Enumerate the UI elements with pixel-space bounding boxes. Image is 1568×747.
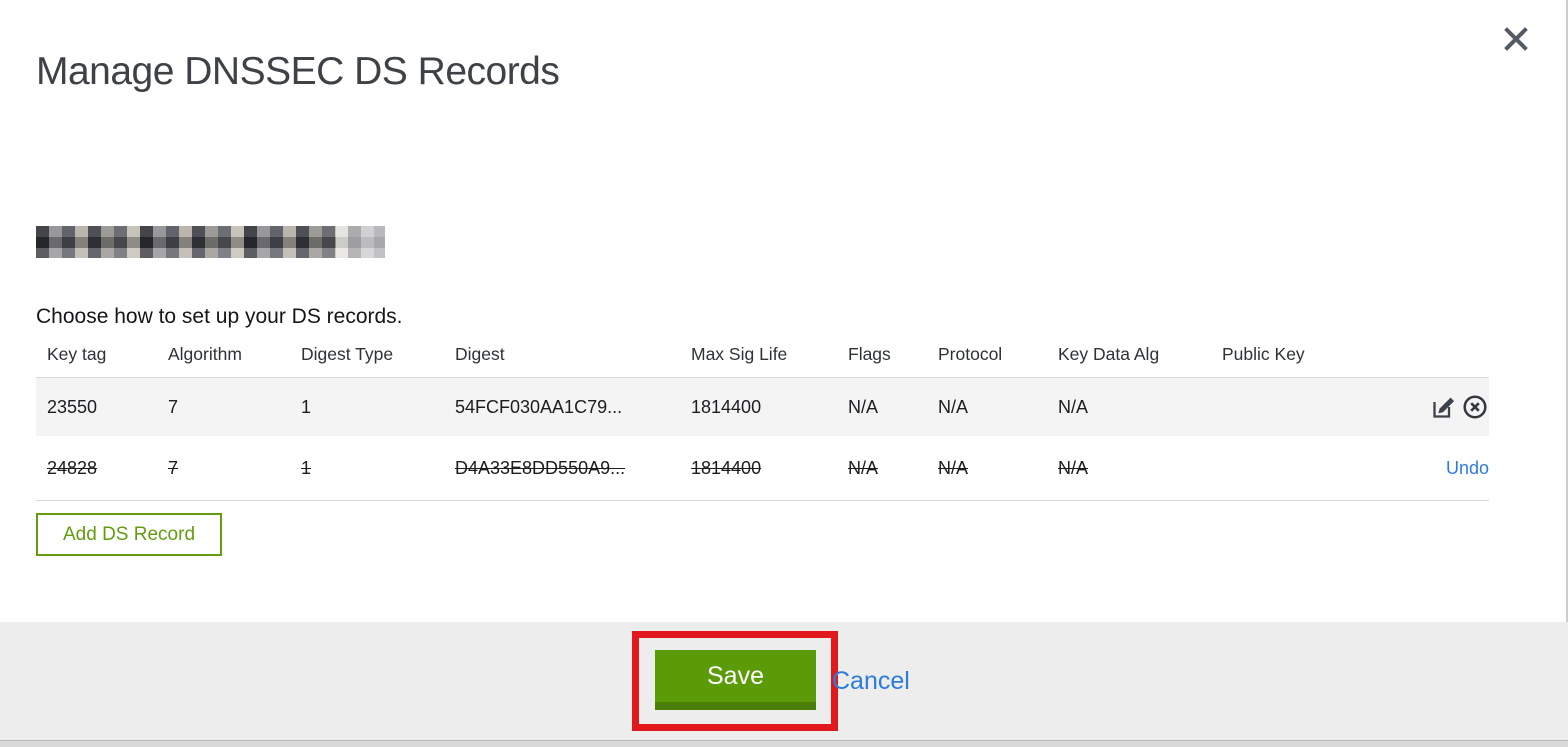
save-button[interactable]: Save: [655, 650, 816, 710]
column-header-digest: Digest: [455, 343, 505, 364]
cell-algorithm: 7: [168, 457, 179, 478]
delete-record-button[interactable]: [1461, 393, 1489, 421]
cell-flags: N/A: [848, 457, 879, 478]
cell-digest: D4A33E8DD550A9...: [455, 457, 626, 478]
column-header-key-tag: Key tag: [47, 343, 107, 364]
row-actions: [1397, 393, 1489, 421]
column-header-digest-type: Digest Type: [301, 343, 394, 364]
add-ds-record-button[interactable]: Add DS Record: [36, 513, 223, 556]
cell-protocol: N/A: [938, 457, 969, 478]
cell-flags: N/A: [848, 396, 879, 417]
column-header-flags: Flags: [848, 343, 891, 364]
close-button[interactable]: [1498, 20, 1536, 58]
cell-protocol: N/A: [938, 396, 969, 417]
table-row: 23550 7 1 54FCF030AA1C79... 1814400 N/A …: [36, 377, 1489, 436]
cell-max-sig-life: 1814400: [691, 396, 762, 417]
column-header-max-sig-life: Max Sig Life: [691, 343, 788, 364]
page-title: Manage DNSSEC DS Records: [36, 50, 560, 94]
manage-dnssec-modal: Manage DNSSEC DS Records Choose how to s…: [0, 0, 1568, 747]
column-header-public-key: Public Key: [1222, 343, 1305, 364]
close-icon: [1502, 25, 1532, 53]
cell-digest: 54FCF030AA1C79...: [455, 396, 623, 417]
column-header-key-data-alg: Key Data Alg: [1058, 343, 1160, 364]
table-header-row: Key tag Algorithm Digest Type Digest Max…: [36, 331, 1489, 377]
edit-icon: [1430, 393, 1458, 421]
cell-digest-type: 1: [301, 396, 312, 417]
cancel-link[interactable]: Cancel: [832, 667, 910, 696]
cell-key-tag: 23550: [47, 396, 98, 417]
cell-key-tag: 24828: [47, 457, 98, 478]
column-header-protocol: Protocol: [938, 343, 1003, 364]
table-row-marked-deleted: 24828 7 1 D4A33E8DD550A9... 1814400 N/A …: [36, 436, 1489, 501]
instruction-text: Choose how to set up your DS records.: [36, 305, 403, 328]
undo-link[interactable]: Undo: [1446, 458, 1489, 479]
cell-digest-type: 1: [301, 457, 312, 478]
edit-record-button[interactable]: [1430, 393, 1458, 421]
cell-algorithm: 7: [168, 396, 179, 417]
cell-max-sig-life: 1814400: [691, 457, 762, 478]
cell-key-data-alg: N/A: [1058, 457, 1089, 478]
ds-records-table: Key tag Algorithm Digest Type Digest Max…: [36, 331, 1489, 501]
cell-key-data-alg: N/A: [1058, 396, 1089, 417]
redacted-domain-name: [36, 226, 385, 258]
row-actions: Undo: [1397, 458, 1489, 479]
delete-circle-x-icon: [1461, 393, 1489, 421]
column-header-algorithm: Algorithm: [168, 343, 242, 364]
